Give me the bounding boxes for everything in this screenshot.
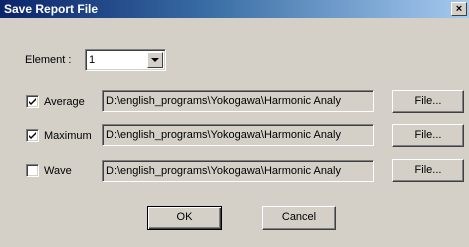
maximum-path-field[interactable]: D:\english_programs\Yokogawa\Harmonic An… [102,124,374,146]
wave-path-value: D:\english_programs\Yokogawa\Harmonic An… [106,165,341,177]
wave-file-button[interactable]: File... [392,159,464,182]
maximum-label: Maximum [44,130,92,142]
checkmark-icon [29,132,36,139]
maximum-file-button[interactable]: File... [392,124,464,147]
average-path-value: D:\english_programs\Yokogawa\Harmonic An… [106,95,341,107]
checkmark-icon [29,98,36,105]
average-checkbox[interactable] [26,95,39,108]
save-report-dialog: Save Report File × Element : 1 Average D… [0,0,469,247]
close-icon: × [455,3,463,15]
element-combo[interactable]: 1 [85,49,166,71]
wave-label: Wave [44,165,72,177]
close-button[interactable]: × [451,2,467,16]
element-label: Element : [25,54,72,66]
wave-checkbox[interactable] [26,164,39,177]
maximum-path-value: D:\english_programs\Yokogawa\Harmonic An… [106,129,341,141]
average-path-field[interactable]: D:\english_programs\Yokogawa\Harmonic An… [102,90,374,112]
cancel-button[interactable]: Cancel [262,206,336,230]
title-bar[interactable]: Save Report File × [0,0,469,18]
average-file-button[interactable]: File... [392,90,464,113]
ok-button[interactable]: OK [147,206,222,230]
chevron-down-icon[interactable] [147,52,163,68]
average-label: Average [44,96,85,108]
window-title: Save Report File [4,2,99,16]
maximum-checkbox[interactable] [26,129,39,142]
wave-path-field[interactable]: D:\english_programs\Yokogawa\Harmonic An… [102,160,374,182]
